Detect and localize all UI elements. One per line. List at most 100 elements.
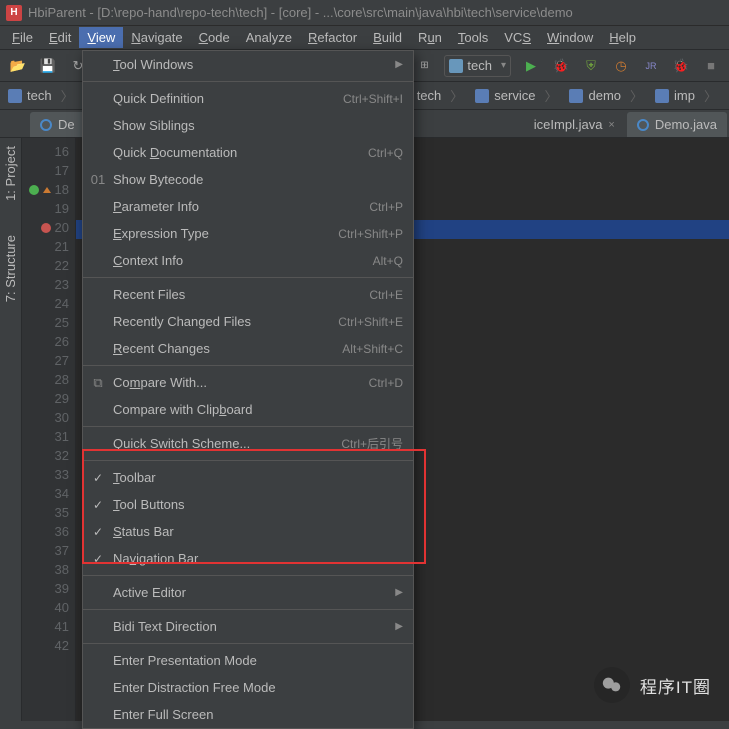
tab-demo[interactable]: Demo.java: [627, 112, 727, 137]
watermark-text: 程序IT圈: [640, 673, 711, 698]
open-icon[interactable]: 📂: [8, 56, 28, 76]
menu-item-toolbar[interactable]: ✓ Toolbar: [83, 464, 413, 491]
gutter-line: 29: [22, 389, 75, 408]
menu-item-navigation-bar[interactable]: ✓ Navigation Bar: [83, 545, 413, 572]
menu-code[interactable]: Code: [191, 27, 238, 48]
menu-item-enter-distraction-free-mode[interactable]: Enter Distraction Free Mode: [83, 674, 413, 701]
menu-run[interactable]: Run: [410, 27, 450, 48]
check-icon: ✓: [93, 552, 103, 566]
menu-item-tool-buttons[interactable]: ✓Tool Buttons: [83, 491, 413, 518]
menu-item-quick-documentation[interactable]: Quick DocumentationCtrl+Q: [83, 139, 413, 166]
menu-item-tool-windows[interactable]: Tool Windows ▶: [83, 51, 413, 78]
menu-item-show-bytecode[interactable]: 01Show Bytecode: [83, 166, 413, 193]
crumb-root[interactable]: tech: [4, 86, 82, 105]
check-icon: ✓: [93, 471, 103, 485]
menu-edit[interactable]: Edit: [41, 27, 79, 48]
menu-item-show-siblings[interactable]: Show Siblings: [83, 112, 413, 139]
menu-label: Enter Presentation Mode: [113, 653, 257, 668]
save-icon[interactable]: 💾: [38, 56, 58, 76]
shortcut: Ctrl+D: [369, 376, 403, 390]
gutter-line: 33: [22, 465, 75, 484]
menu-label: Tool Windows: [113, 57, 193, 72]
gutter-line: 16: [22, 142, 75, 161]
menu-label: Navigation Bar: [113, 551, 198, 566]
menu-vcs[interactable]: VCS: [496, 27, 539, 48]
menu-refactor[interactable]: Refactor: [300, 27, 365, 48]
menu-label: Active Editor: [113, 585, 186, 600]
gutter-line: 41: [22, 617, 75, 636]
coverage-icon[interactable]: ⛨: [581, 56, 601, 76]
shortcut: Ctrl+Shift+E: [338, 315, 403, 329]
grid-icon[interactable]: ⊞: [414, 56, 434, 76]
menu-build[interactable]: Build: [365, 27, 410, 48]
run-icon[interactable]: ▶: [521, 56, 541, 76]
menu-item-enter-presentation-mode[interactable]: Enter Presentation Mode: [83, 647, 413, 674]
submenu-arrow-icon: ▶: [395, 59, 403, 70]
menu-window[interactable]: Window: [539, 27, 601, 48]
menu-item-active-editor[interactable]: Active Editor▶: [83, 579, 413, 606]
menu-navigate[interactable]: Navigate: [123, 27, 190, 48]
menu-item-parameter-info[interactable]: Parameter InfoCtrl+P: [83, 193, 413, 220]
tool-project[interactable]: 1: Project: [1, 142, 20, 205]
bug2-icon[interactable]: 🐞: [671, 56, 691, 76]
debug-icon[interactable]: 🐞: [551, 56, 571, 76]
menu-item-enter-full-screen[interactable]: Enter Full Screen: [83, 701, 413, 728]
override-icon[interactable]: [43, 187, 51, 193]
menu-analyze[interactable]: Analyze: [238, 27, 300, 48]
label: 7: Structure: [3, 235, 18, 302]
menu-item-recent-files[interactable]: Recent FilesCtrl+E: [83, 281, 413, 308]
menu-label: Bidi Text Direction: [113, 619, 217, 634]
run-config-select[interactable]: tech: [444, 55, 511, 77]
menu-item-context-info[interactable]: Context InfoAlt+Q: [83, 247, 413, 274]
menu-item-recently-changed-files[interactable]: Recently Changed FilesCtrl+Shift+E: [83, 308, 413, 335]
menu-label: Recent Changes: [113, 341, 210, 356]
separator: [83, 575, 413, 576]
crumb-label: demo: [588, 88, 621, 103]
gutter-line: 17: [22, 161, 75, 180]
gutter-line: 30: [22, 408, 75, 427]
tab-label: iceImpl.java: [534, 117, 603, 132]
separator: [83, 365, 413, 366]
crumb-item[interactable]: imp: [651, 86, 725, 105]
watermark: 程序IT圈: [594, 667, 711, 703]
menu-item-compare-with-clipboard[interactable]: Compare with Clipboard: [83, 396, 413, 423]
menu-label: Compare With...: [113, 375, 207, 390]
menu-file[interactable]: File: [4, 27, 41, 48]
menu-item-compare-with-[interactable]: ⧉Compare With...Ctrl+D: [83, 369, 413, 396]
gutter-line: 18: [22, 180, 75, 199]
gutter-line: 37: [22, 541, 75, 560]
menu-help[interactable]: Help: [601, 27, 644, 48]
profile-icon[interactable]: ◷: [611, 56, 631, 76]
folder-icon: [8, 89, 22, 103]
tab-de[interactable]: De: [30, 112, 85, 137]
menu-label: Expression Type: [113, 226, 209, 241]
menu-label: Toolbar: [113, 470, 156, 485]
menu-item-status-bar[interactable]: ✓Status Bar: [83, 518, 413, 545]
label: 1: Project: [3, 146, 18, 201]
crumb-label: tech: [27, 88, 52, 103]
gutter-line: 38: [22, 560, 75, 579]
crumb-item[interactable]: demo: [565, 86, 651, 105]
menu-item-quick-switch-scheme-[interactable]: Quick Switch Scheme...Ctrl+后引号: [83, 430, 413, 457]
tool-structure[interactable]: 7: Structure: [1, 231, 20, 306]
menu-item-recent-changes[interactable]: Recent ChangesAlt+Shift+C: [83, 335, 413, 362]
menu-item-quick-definition[interactable]: Quick DefinitionCtrl+Shift+I: [83, 85, 413, 112]
menu-view[interactable]: View: [79, 27, 123, 48]
menu-label: Enter Full Screen: [113, 707, 213, 722]
jr-icon[interactable]: JR: [641, 56, 661, 76]
stop-icon[interactable]: ■: [701, 56, 721, 76]
menu-label: Tool Buttons: [113, 497, 185, 512]
shortcut: Ctrl+E: [369, 288, 403, 302]
crumb-label: tech: [417, 88, 442, 103]
separator: [83, 277, 413, 278]
menu-label: Show Siblings: [113, 118, 195, 133]
run-marker-icon[interactable]: [29, 185, 39, 195]
crumb-item[interactable]: service: [471, 86, 565, 105]
close-icon[interactable]: ×: [608, 119, 614, 131]
gutter-line: 35: [22, 503, 75, 522]
breakpoint-icon[interactable]: [41, 223, 51, 233]
tab-iceimpl[interactable]: iceImpl.java ×: [524, 112, 625, 137]
menu-item-bidi-text-direction[interactable]: Bidi Text Direction▶: [83, 613, 413, 640]
menu-item-expression-type[interactable]: Expression TypeCtrl+Shift+P: [83, 220, 413, 247]
menu-tools[interactable]: Tools: [450, 27, 496, 48]
